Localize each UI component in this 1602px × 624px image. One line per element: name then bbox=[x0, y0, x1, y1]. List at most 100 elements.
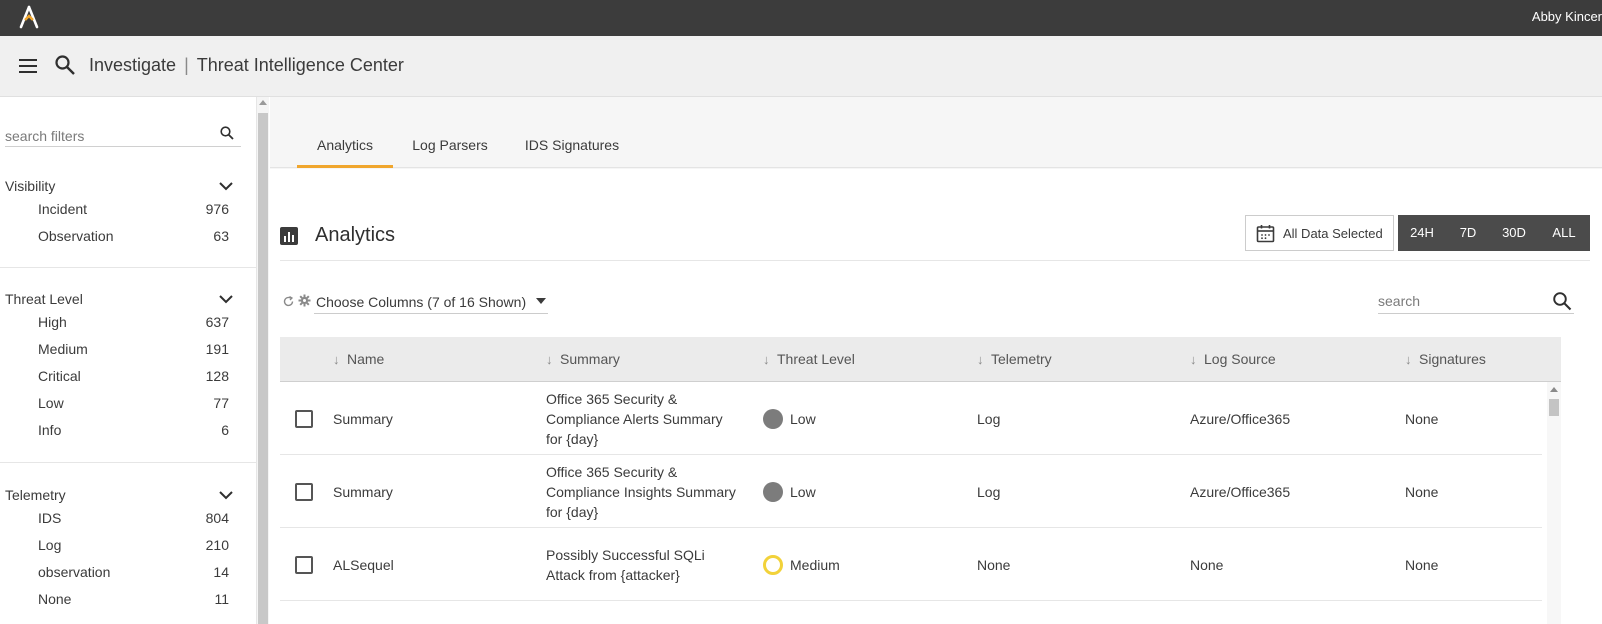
search-icon[interactable] bbox=[219, 125, 235, 141]
cell-log-source: None bbox=[1190, 557, 1224, 573]
choose-columns-dropdown[interactable]: Choose Columns (7 of 16 Shown) bbox=[314, 290, 548, 314]
summary-line: Office 365 Security & bbox=[546, 391, 678, 407]
column-header-name[interactable]: ↓ Name bbox=[333, 351, 384, 367]
cell-name: Summary bbox=[333, 411, 393, 427]
row-checkbox[interactable] bbox=[295, 483, 313, 501]
tab-analytics[interactable]: Analytics bbox=[297, 137, 393, 168]
summary-line: Attack from {attacker} bbox=[546, 567, 680, 583]
column-header-signatures[interactable]: ↓ Signatures bbox=[1405, 351, 1486, 367]
filter-item-count: 63 bbox=[213, 228, 229, 244]
filter-search-input[interactable]: search filters bbox=[5, 125, 241, 147]
filter-item-info[interactable]: Info 6 bbox=[38, 422, 229, 442]
filter-item-ids[interactable]: IDS 804 bbox=[38, 510, 229, 530]
chevron-down-icon[interactable] bbox=[219, 490, 233, 500]
table-search bbox=[1378, 290, 1574, 314]
threat-level-low-icon bbox=[763, 482, 783, 502]
table-row[interactable]: Summary Office 365 Security & Compliance… bbox=[280, 383, 1542, 455]
summary-line: Compliance Alerts Summary bbox=[546, 411, 723, 427]
sidebar-scrollbar[interactable] bbox=[257, 97, 269, 624]
search-icon[interactable] bbox=[1552, 291, 1572, 311]
user-name[interactable]: Abby Kincer bbox=[1532, 9, 1602, 24]
threat-level-medium-icon bbox=[763, 555, 783, 575]
range-24h-button[interactable]: 24H bbox=[1398, 215, 1446, 251]
sort-arrow-icon: ↓ bbox=[1405, 352, 1412, 367]
table-scrollbar[interactable] bbox=[1547, 382, 1561, 624]
gear-icon[interactable] bbox=[298, 294, 311, 307]
filter-item-none[interactable]: None 11 bbox=[38, 591, 229, 611]
filter-item-observation[interactable]: Observation 63 bbox=[38, 228, 229, 248]
filter-item-label: Incident bbox=[38, 201, 88, 217]
cell-telemetry: Log bbox=[977, 411, 1001, 427]
bar-chart-icon bbox=[280, 227, 298, 245]
filter-item-medium[interactable]: Medium 191 bbox=[38, 341, 229, 361]
page-name: Threat Intelligence Center bbox=[196, 55, 404, 75]
chevron-down-icon[interactable] bbox=[219, 294, 233, 304]
sort-arrow-icon: ↓ bbox=[1190, 352, 1197, 367]
filter-item-log[interactable]: Log 210 bbox=[38, 537, 229, 557]
hamburger-menu-icon[interactable] bbox=[18, 56, 38, 76]
table-row[interactable]: ALSequel Possibly Successful SQLi Attack… bbox=[280, 529, 1542, 601]
column-label: Telemetry bbox=[991, 351, 1052, 367]
scrollbar-thumb[interactable] bbox=[1549, 399, 1559, 416]
filter-group-header[interactable]: Telemetry bbox=[5, 487, 241, 507]
tab-ids-signatures[interactable]: IDS Signatures bbox=[522, 137, 622, 168]
app-logo-icon[interactable] bbox=[18, 5, 40, 29]
main-panel: Analytics Log Parsers IDS Signatures Ana… bbox=[270, 97, 1602, 624]
range-all-button[interactable]: ALL bbox=[1538, 215, 1590, 251]
tab-bar: Analytics Log Parsers IDS Signatures bbox=[270, 97, 1602, 168]
table-search-input[interactable] bbox=[1378, 292, 1538, 310]
column-header-log-source[interactable]: ↓ Log Source bbox=[1190, 351, 1276, 367]
chevron-down-icon[interactable] bbox=[219, 181, 233, 191]
range-30d-button[interactable]: 30D bbox=[1490, 215, 1538, 251]
top-bar: Abby Kincer bbox=[0, 0, 1602, 36]
filter-group-label: Telemetry bbox=[5, 487, 66, 503]
column-header-summary[interactable]: ↓ Summary bbox=[546, 351, 620, 367]
filter-item-observation-telemetry[interactable]: observation 14 bbox=[38, 564, 229, 584]
title-divider bbox=[280, 260, 1590, 261]
column-label: Signatures bbox=[1419, 351, 1486, 367]
column-label: Name bbox=[347, 351, 385, 367]
cell-signatures: None bbox=[1405, 557, 1439, 573]
filter-item-label: Observation bbox=[38, 228, 114, 244]
cell-threat-level: Low bbox=[790, 411, 816, 427]
caret-down-icon bbox=[536, 298, 546, 304]
title-separator: | bbox=[184, 55, 189, 75]
filter-item-critical[interactable]: Critical 128 bbox=[38, 368, 229, 388]
filter-item-low[interactable]: Low 77 bbox=[38, 395, 229, 415]
refresh-icon[interactable] bbox=[282, 295, 295, 308]
page-title: Investigate | Threat Intelligence Center bbox=[89, 55, 404, 76]
cell-signatures: None bbox=[1405, 484, 1439, 500]
filter-item-count: 191 bbox=[205, 341, 229, 357]
cell-summary: Possibly Successful SQLi Attack from {at… bbox=[546, 545, 751, 585]
filter-item-count: 14 bbox=[213, 564, 229, 580]
date-filter-button[interactable]: All Data Selected bbox=[1245, 215, 1394, 251]
column-label: Summary bbox=[560, 351, 620, 367]
filter-search-placeholder: search filters bbox=[5, 128, 85, 144]
row-checkbox[interactable] bbox=[295, 410, 313, 428]
search-icon[interactable] bbox=[54, 54, 76, 76]
sort-arrow-icon: ↓ bbox=[546, 352, 553, 367]
filter-item-high[interactable]: High 637 bbox=[38, 314, 229, 334]
filter-group-header[interactable]: Visibility bbox=[5, 178, 241, 198]
tab-log-parsers[interactable]: Log Parsers bbox=[406, 137, 494, 168]
column-header-threat-level[interactable]: ↓ Threat Level bbox=[763, 351, 855, 367]
page-header: Investigate | Threat Intelligence Center bbox=[0, 36, 1602, 97]
range-7d-button[interactable]: 7D bbox=[1446, 215, 1490, 251]
row-checkbox[interactable] bbox=[295, 556, 313, 574]
filter-item-count: 210 bbox=[205, 537, 229, 553]
cell-log-source: Azure/Office365 bbox=[1190, 411, 1291, 427]
section-title: Investigate bbox=[89, 55, 177, 75]
filter-item-label: Critical bbox=[38, 368, 81, 384]
sort-arrow-icon: ↓ bbox=[763, 352, 770, 367]
scroll-up-arrow-icon[interactable] bbox=[259, 100, 267, 105]
filter-item-incident[interactable]: Incident 976 bbox=[38, 201, 229, 221]
table-row[interactable]: Summary Office 365 Security & Compliance… bbox=[280, 456, 1542, 528]
scrollbar-thumb[interactable] bbox=[258, 113, 268, 624]
summary-line: Office 365 Security & bbox=[546, 464, 678, 480]
cell-name: Summary bbox=[333, 484, 393, 500]
filter-item-count: 976 bbox=[205, 201, 229, 217]
scroll-up-arrow-icon[interactable] bbox=[1550, 387, 1558, 392]
column-header-telemetry[interactable]: ↓ Telemetry bbox=[977, 351, 1052, 367]
sort-arrow-icon: ↓ bbox=[977, 352, 984, 367]
filter-group-header[interactable]: Threat Level bbox=[5, 291, 241, 311]
